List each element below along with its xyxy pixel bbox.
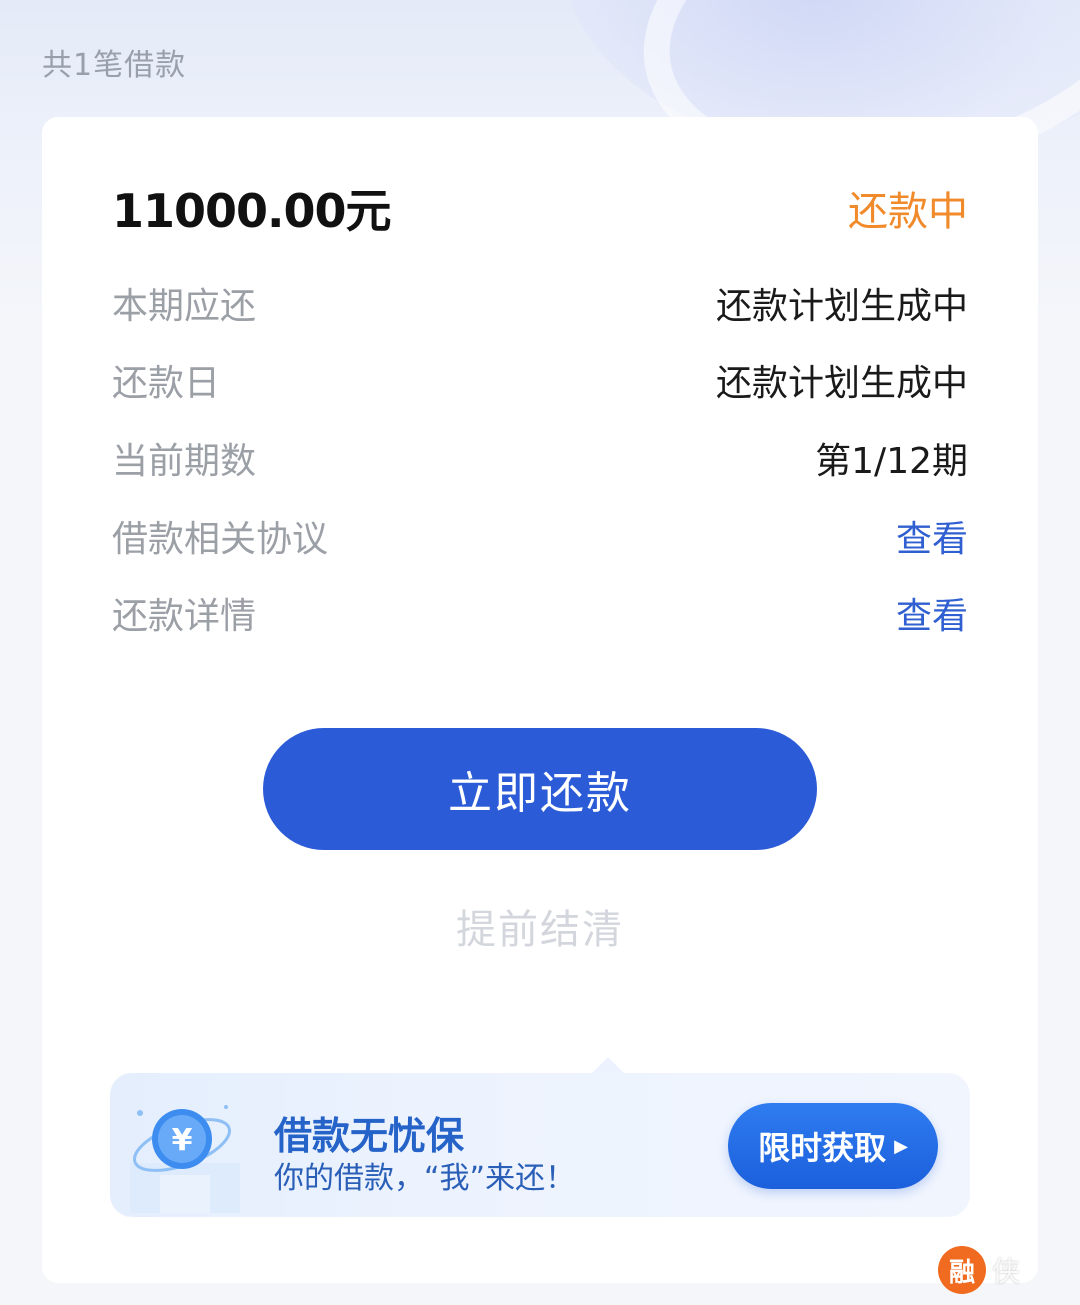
promo-banner[interactable]: ¥ 借款无忧保 你的借款，“我”来还！ 限时获取 ▶ xyxy=(110,1057,970,1217)
loan-card: 11000.00元 还款中 本期应还 还款计划生成中 还款日 还款计划生成中 当… xyxy=(42,117,1038,1283)
status-badge: 还款中 xyxy=(848,189,968,235)
play-arrow-icon: ▶ xyxy=(894,1135,908,1157)
early-settle-button[interactable]: 提前结清 xyxy=(42,897,1038,955)
row-repay-details: 还款详情 查看 xyxy=(112,583,968,643)
watermark-text: 侠 xyxy=(992,1255,1021,1288)
row-label: 当前期数 xyxy=(112,441,257,482)
row-value: 还款计划生成中 xyxy=(715,363,968,404)
row-value: 还款计划生成中 xyxy=(715,286,968,327)
promo-subtitle: 你的借款，“我”来还！ xyxy=(274,1161,576,1196)
svg-text:¥: ¥ xyxy=(172,1123,193,1158)
promo-caret xyxy=(592,1057,624,1073)
row-current-due: 本期应还 还款计划生成中 xyxy=(112,273,968,333)
row-label: 还款详情 xyxy=(112,596,257,637)
row-loan-agreements: 借款相关协议 查看 xyxy=(112,506,968,566)
row-value: 第1/12期 xyxy=(815,441,968,482)
row-repay-date: 还款日 还款计划生成中 xyxy=(112,350,968,410)
view-repay-details-link[interactable]: 查看 xyxy=(896,587,968,639)
repay-now-button[interactable]: 立即还款 xyxy=(263,728,817,850)
loan-amount: 11000.00元 xyxy=(112,184,392,238)
watermark: 融 侠 xyxy=(938,1246,1020,1294)
row-current-period: 当前期数 第1/12期 xyxy=(112,428,968,488)
row-label: 本期应还 xyxy=(112,286,257,327)
get-offer-label: 限时获取 xyxy=(758,1129,887,1167)
watermark-logo: 融 xyxy=(938,1246,986,1294)
row-label: 还款日 xyxy=(112,363,221,404)
get-offer-button[interactable]: 限时获取 ▶ xyxy=(728,1103,938,1189)
view-agreements-link[interactable]: 查看 xyxy=(896,510,968,562)
yen-coin-icon: ¥ xyxy=(130,1105,240,1213)
promo-title: 借款无忧保 xyxy=(274,1114,465,1158)
loan-count-title: 共1笔借款 xyxy=(42,48,187,83)
row-label: 借款相关协议 xyxy=(112,519,329,560)
